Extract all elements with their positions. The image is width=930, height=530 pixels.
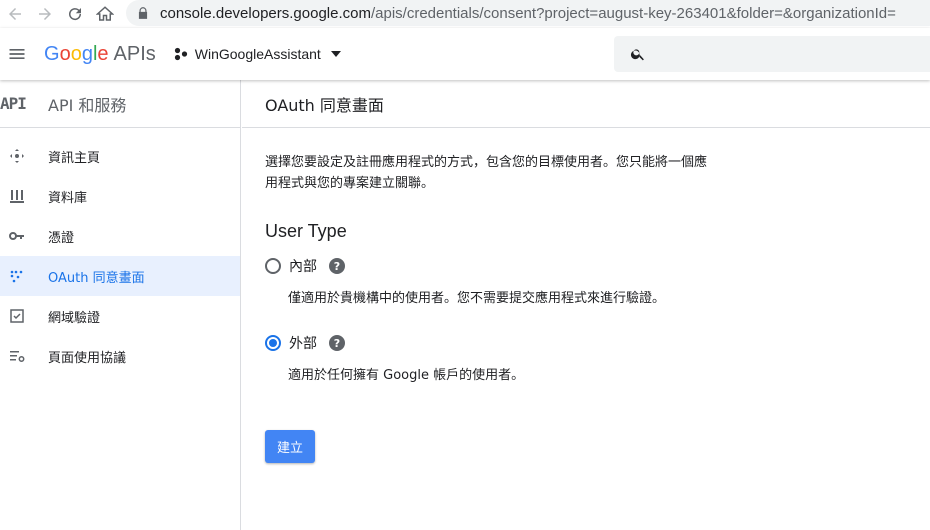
- app-header: Go o g l e APIs WinGoogleAssistant: [0, 28, 930, 80]
- sidebar-nav: 資訊主頁 資料庫 憑證 OAuth 同意畫面 網域驗證 頁面使用協議: [0, 128, 240, 376]
- sidebar-item-dashboard[interactable]: 資訊主頁: [0, 136, 240, 176]
- url-path: /apis/credentials/consent?project=august…: [370, 4, 896, 22]
- sidebar-item-label: 頁面使用協議: [48, 350, 127, 366]
- settings-list-icon: [9, 348, 25, 364]
- logo-letter: o: [59, 42, 71, 65]
- radio-label: 外部: [289, 336, 317, 352]
- main-content: OAuth 同意畫面 選擇您要設定及註冊應用程式的方式，包含您的目標使用者。您只…: [242, 80, 930, 530]
- library-icon: [9, 188, 25, 204]
- browser-toolbar: console.developers.google.com/apis/crede…: [0, 0, 930, 28]
- sidebar-item-page-usage-agreements[interactable]: 頁面使用協議: [0, 336, 240, 376]
- sidebar-item-label: OAuth 同意畫面: [48, 270, 145, 286]
- intro-line: 用程式與您的專案建立關聯。: [265, 176, 435, 191]
- page-title: OAuth 同意畫面: [265, 95, 384, 115]
- api-icon: API: [0, 94, 27, 113]
- forward-icon[interactable]: [30, 0, 60, 28]
- radio-button-external[interactable]: [265, 335, 281, 351]
- help-icon[interactable]: ?: [329, 335, 345, 351]
- url-host: console.developers.google.com: [160, 4, 371, 22]
- sidebar-item-oauth-consent[interactable]: OAuth 同意畫面: [0, 256, 240, 296]
- logo-letter: G: [44, 42, 60, 65]
- sidebar-header: API API 和服務: [0, 80, 240, 128]
- home-icon[interactable]: [90, 0, 120, 28]
- logo-letter: g: [81, 42, 93, 65]
- back-icon[interactable]: [0, 0, 30, 28]
- logo-suffix: APIs: [113, 42, 156, 65]
- logo-letter: e: [97, 42, 109, 65]
- dashboard-icon: [9, 148, 25, 164]
- search-bar[interactable]: [614, 36, 930, 72]
- intro-text: 選擇您要設定及註冊應用程式的方式，包含您的目標使用者。您只能將一個應 用程式與您…: [265, 152, 785, 194]
- lock-icon: [138, 7, 148, 19]
- sidebar-item-domain-verification[interactable]: 網域驗證: [0, 296, 240, 336]
- sidebar-item-label: 資料庫: [48, 190, 88, 206]
- url-text: console.developers.google.com/apis/crede…: [160, 5, 896, 22]
- address-bar[interactable]: console.developers.google.com/apis/crede…: [126, 0, 930, 26]
- search-icon: [630, 49, 644, 61]
- project-icon: [174, 47, 187, 61]
- project-name: WinGoogleAssistant: [194, 46, 321, 62]
- reload-icon[interactable]: [60, 0, 90, 28]
- user-type-heading: User Type: [265, 221, 347, 241]
- user-type-option-internal[interactable]: 內部 ?: [265, 256, 345, 276]
- key-icon: [9, 228, 25, 244]
- sidebar-item-library[interactable]: 資料庫: [0, 176, 240, 216]
- radio-label: 內部: [289, 259, 317, 275]
- google-apis-logo[interactable]: Go o g l e APIs: [44, 43, 156, 66]
- intro-line: 選擇您要設定及註冊應用程式的方式，包含您的目標使用者。您只能將一個應: [265, 155, 708, 170]
- caret-down-icon: [330, 51, 341, 57]
- checkbox-icon: [9, 308, 25, 324]
- sidebar-item-credentials[interactable]: 憑證: [0, 216, 240, 256]
- menu-icon[interactable]: [0, 28, 34, 80]
- radio-button-internal[interactable]: [265, 258, 281, 274]
- sidebar-item-label: 網域驗證: [48, 310, 101, 326]
- sidebar-title: API 和服務: [48, 95, 127, 115]
- create-button[interactable]: 建立: [265, 430, 315, 463]
- sidebar-item-label: 憑證: [48, 230, 75, 246]
- help-icon[interactable]: ?: [329, 258, 345, 274]
- option-description: 僅適用於貴機構中的使用者。您不需要提交應用程式來進行驗證。: [288, 291, 666, 306]
- logo-letter: o: [70, 42, 82, 65]
- option-description: 適用於任何擁有 Google 帳戶的使用者。: [288, 368, 525, 383]
- sidebar-item-label: 資訊主頁: [48, 150, 101, 166]
- user-type-option-external[interactable]: 外部 ?: [265, 333, 345, 353]
- project-selector[interactable]: WinGoogleAssistant: [170, 36, 345, 72]
- consent-icon: [9, 268, 25, 284]
- sidebar: API API 和服務 資訊主頁 資料庫 憑證 OAuth 同意畫面 網域驗證 …: [0, 80, 241, 530]
- page-header: OAuth 同意畫面: [242, 80, 930, 128]
